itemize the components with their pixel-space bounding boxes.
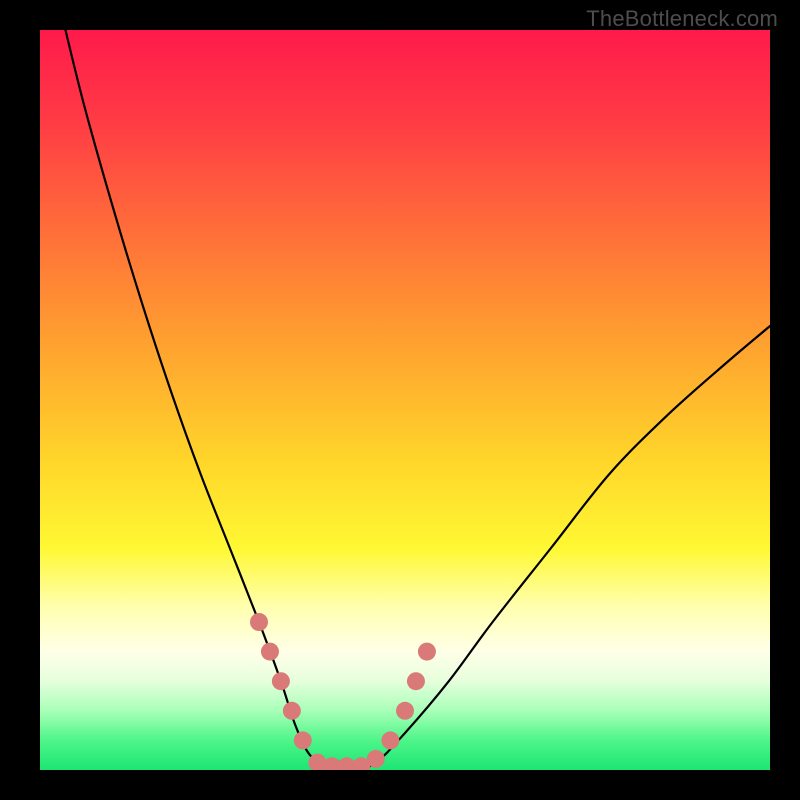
highlight-dot (367, 750, 385, 768)
bottleneck-curve (62, 30, 770, 770)
highlight-dots (250, 613, 436, 770)
curve-svg (40, 30, 770, 770)
highlight-dot (250, 613, 268, 631)
highlight-dot (272, 672, 290, 690)
plot-area (40, 30, 770, 770)
chart-frame: TheBottleneck.com (0, 0, 800, 800)
highlight-dot (283, 702, 301, 720)
highlight-dot (381, 731, 399, 749)
highlight-dot (407, 672, 425, 690)
highlight-dot (261, 643, 279, 661)
highlight-dot (418, 643, 436, 661)
watermark-text: TheBottleneck.com (586, 6, 778, 32)
highlight-dot (294, 731, 312, 749)
highlight-dot (396, 702, 414, 720)
